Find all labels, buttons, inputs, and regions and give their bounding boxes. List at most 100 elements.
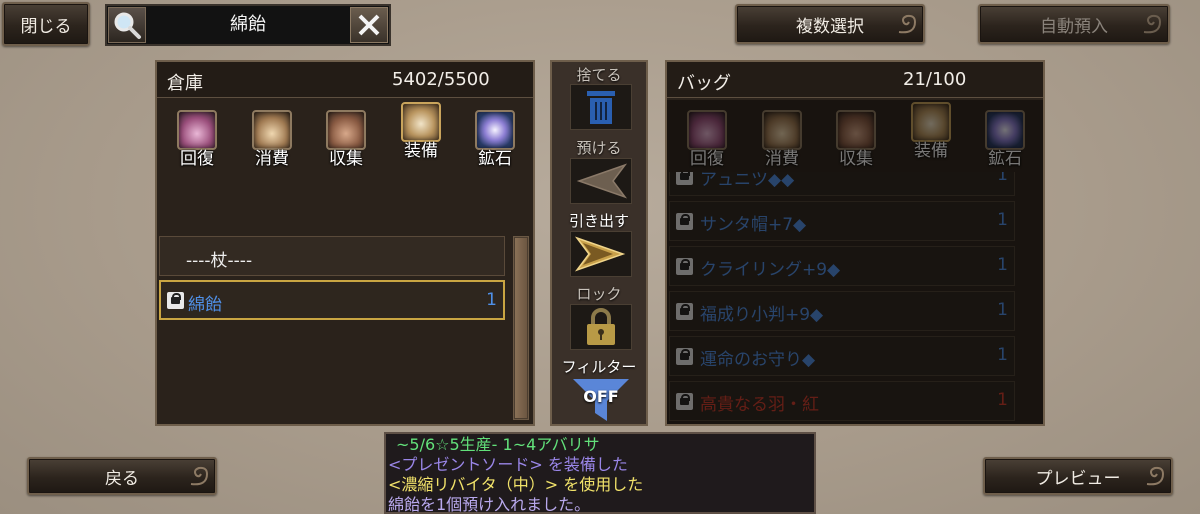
arrow-left-icon: [576, 163, 628, 199]
tab-label: 装備: [914, 141, 948, 161]
swirl-ornament-icon: [190, 466, 209, 486]
storage-category-tabs: 回復 消費 収集 装備 鉱石: [157, 100, 533, 232]
tab-label: 装備: [404, 141, 438, 161]
tab-label: 消費: [255, 149, 289, 169]
search-box: 綿飴: [105, 4, 391, 46]
list-item[interactable]: 福成り小判+9◆ 1: [669, 291, 1015, 331]
list-item[interactable]: クライリング+9◆ 1: [669, 246, 1015, 286]
list-item[interactable]: 高貴なる羽・紅 1: [669, 381, 1015, 421]
item-qty: 1: [997, 300, 1008, 320]
multi-select-button[interactable]: 複数選択: [735, 4, 925, 44]
message-log: ~5/6☆5生産- 1~4アバリサ <プレゼントソード> を装備した <濃縮リバ…: [384, 432, 816, 514]
arrow-right-icon: [574, 236, 626, 272]
swirl-ornament-icon: [1143, 14, 1162, 34]
item-qty: 1: [997, 345, 1008, 365]
section-header-label: ----杖----: [186, 251, 253, 271]
bag-title: バッグ: [677, 73, 731, 94]
search-icon[interactable]: [108, 7, 146, 43]
bag-count: 21/100: [903, 69, 967, 90]
deposit-label: 預ける: [576, 139, 622, 157]
auto-deposit-button[interactable]: 自動預入: [978, 4, 1170, 44]
bag-panel: バッグ 21/100 回復 消費 収集 装備 鉱石 アュニツ◆◆ 1 サンタ帽+…: [665, 60, 1045, 426]
tab-label: 回復: [180, 149, 214, 169]
list-item[interactable]: アュニツ◆◆ 1: [669, 172, 1015, 196]
item-qty: 1: [997, 255, 1008, 275]
bag-header: バッグ 21/100: [667, 62, 1043, 98]
item-name: アュニツ◆◆: [700, 172, 795, 190]
filter-toggle[interactable]: OFF: [571, 377, 631, 423]
item-qty: 1: [997, 390, 1008, 410]
scrollbar-thumb[interactable]: [515, 238, 527, 418]
storage-title: 倉庫: [167, 73, 203, 94]
swirl-ornament-icon: [1146, 466, 1165, 486]
storage-count: 5402/5500: [392, 69, 490, 90]
auto-deposit-label: 自動預入: [1040, 16, 1108, 37]
padlock-icon: [587, 308, 615, 345]
list-item[interactable]: 運命のお守り◆ 1: [669, 336, 1015, 376]
list-item[interactable]: サンタ帽+7◆ 1: [669, 201, 1015, 241]
item-name: 福成り小判+9◆: [700, 305, 824, 325]
storage-header: 倉庫 5402/5500: [157, 62, 533, 98]
lock-icon: [676, 303, 693, 320]
tab-label: 鉱石: [478, 149, 512, 169]
log-line: 綿飴を1個預け入れました。: [388, 495, 591, 514]
list-item[interactable]: 綿飴 1: [159, 280, 505, 320]
log-line: <濃縮リバイタ（中）> を使用した: [388, 475, 644, 494]
tab-consumable[interactable]: 消費: [244, 110, 300, 174]
lock-icon: [676, 172, 693, 185]
storage-panel: 倉庫 5402/5500 回復 消費 収集 装備 鉱石 ----杖---- 綿飴…: [155, 60, 535, 426]
filter-state: OFF: [583, 387, 619, 406]
withdraw-button[interactable]: [570, 231, 632, 277]
tab-ore[interactable]: 鉱石: [467, 110, 523, 174]
item-name: クライリング+9◆: [700, 260, 841, 280]
tab-label: 収集: [329, 149, 363, 169]
preview-button[interactable]: プレビュー: [983, 457, 1173, 495]
close-button-label: 閉じる: [20, 16, 72, 37]
search-input[interactable]: 綿飴: [149, 6, 347, 44]
lock-icon: [676, 393, 693, 410]
tab-recovery[interactable]: 回復: [169, 110, 225, 174]
lock-label: ロック: [576, 285, 622, 303]
section-header: ----杖----: [159, 236, 505, 276]
storage-scrollbar[interactable]: [513, 236, 529, 420]
trash-icon: [587, 91, 615, 124]
tab-equipment[interactable]: 装備: [903, 102, 959, 166]
lock-icon: [167, 292, 184, 309]
log-line: <プレゼントソード> を装備した: [388, 455, 628, 474]
item-name: 綿飴: [188, 295, 222, 315]
swirl-ornament-icon: [898, 14, 917, 34]
storage-item-list: ----杖---- 綿飴 1: [159, 234, 505, 422]
item-name: 運命のお守り◆: [700, 350, 816, 370]
transfer-controls: 捨てる 預ける 引き出す ロック フィルター OFF: [550, 60, 648, 426]
tab-collection[interactable]: 収集: [318, 110, 374, 174]
back-button[interactable]: 戻る: [27, 457, 217, 495]
discard-button[interactable]: [570, 84, 632, 130]
tab-collection[interactable]: 収集: [828, 110, 884, 174]
lock-icon: [676, 258, 693, 275]
filter-label: フィルター: [561, 358, 637, 376]
item-qty: 1: [997, 172, 1008, 185]
clear-search-icon[interactable]: [350, 7, 388, 43]
discard-label: 捨てる: [576, 66, 622, 84]
back-label: 戻る: [105, 468, 139, 489]
bag-item-list: アュニツ◆◆ 1 サンタ帽+7◆ 1 クライリング+9◆ 1 福成り小判+9◆ …: [669, 172, 1015, 422]
item-qty: 1: [486, 290, 497, 310]
item-qty: 1: [997, 210, 1008, 230]
tab-label: 鉱石: [988, 149, 1022, 169]
tab-recovery[interactable]: 回復: [679, 110, 735, 174]
withdraw-label: 引き出す: [568, 212, 629, 230]
tab-label: 回復: [690, 149, 724, 169]
tab-consumable[interactable]: 消費: [754, 110, 810, 174]
tab-ore[interactable]: 鉱石: [977, 110, 1033, 174]
item-name: 高貴なる羽・紅: [700, 395, 819, 415]
tab-equipment[interactable]: 装備: [393, 102, 449, 166]
log-line: ~5/6☆5生産- 1~4アバリサ: [396, 435, 600, 454]
tab-label: 収集: [839, 149, 873, 169]
tab-label: 消費: [765, 149, 799, 169]
deposit-button[interactable]: [570, 158, 632, 204]
multi-select-label: 複数選択: [796, 16, 864, 37]
lock-button[interactable]: [570, 304, 632, 350]
lock-icon: [676, 213, 693, 230]
close-button[interactable]: 閉じる: [2, 2, 90, 46]
lock-icon: [676, 348, 693, 365]
